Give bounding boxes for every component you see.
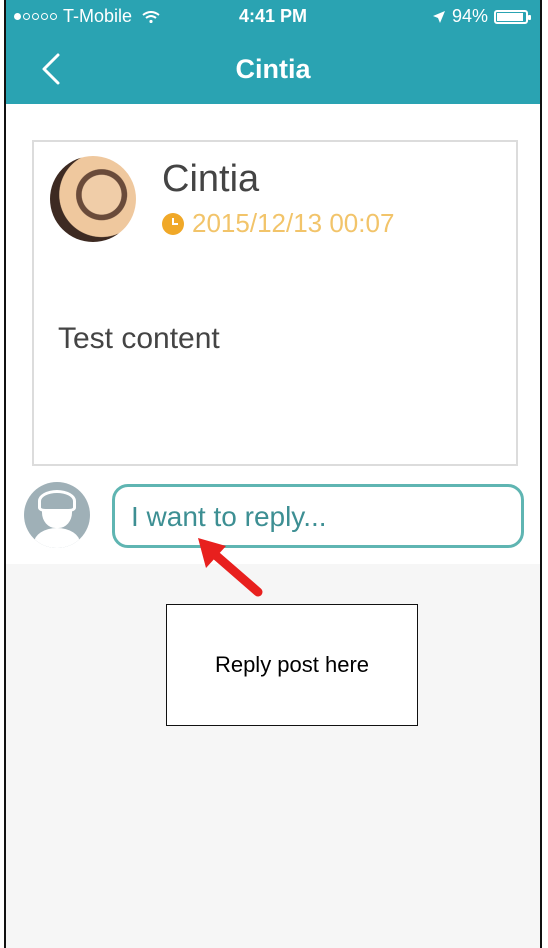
status-right: 94% [432, 6, 531, 27]
post-date-row: 2015/12/13 00:07 [162, 208, 394, 239]
top-bar: T-Mobile 4:41 PM 94% Cintia [6, 0, 540, 104]
reply-input[interactable]: I want to reply... [112, 484, 524, 548]
location-arrow-icon [432, 10, 445, 23]
status-bar: T-Mobile 4:41 PM 94% [6, 0, 540, 32]
phone-screen: T-Mobile 4:41 PM 94% Cintia Cintia 2015/… [4, 0, 542, 948]
user-avatar [24, 482, 90, 548]
nav-title: Cintia [235, 54, 311, 84]
reply-row: I want to reply... [6, 474, 540, 564]
annotation-arrow-icon [198, 538, 263, 597]
author-name: Cintia [162, 158, 260, 200]
post-date: 2015/12/13 00:07 [192, 208, 395, 238]
battery-percent: 94% [451, 6, 488, 26]
annotation-box: Reply post here [166, 604, 418, 726]
author-avatar[interactable] [50, 156, 136, 242]
clock-icon [162, 212, 184, 235]
annotation-label: Reply post here [214, 652, 370, 677]
navigation-bar: Cintia [6, 32, 540, 104]
post-card: Cintia 2015/12/13 00:07 Test content [32, 140, 518, 466]
post-body: Test content [58, 322, 220, 355]
battery-icon [494, 9, 531, 24]
